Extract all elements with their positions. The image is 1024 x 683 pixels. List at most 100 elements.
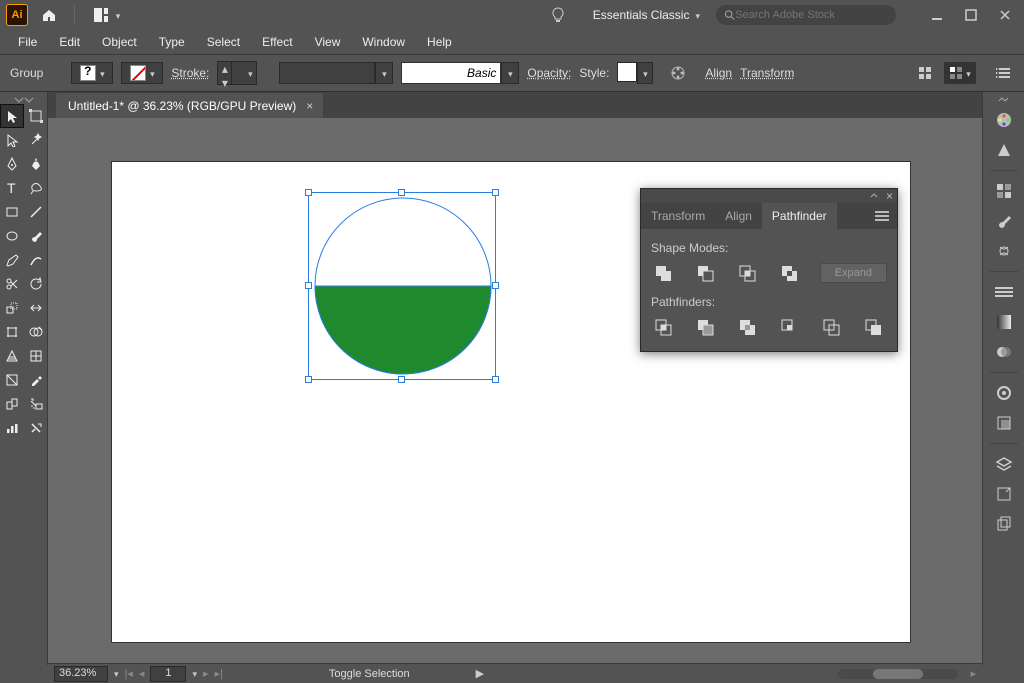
panel-titlebar[interactable]: × <box>641 189 897 203</box>
stroke-label[interactable]: Stroke: <box>171 66 209 80</box>
tab-align[interactable]: Align <box>715 203 762 229</box>
pathfinder-minus-back-button[interactable] <box>861 315 885 339</box>
opacity-label[interactable]: Opacity: <box>527 66 571 80</box>
align-link[interactable]: Align <box>705 66 732 80</box>
menu-file[interactable]: File <box>8 32 47 52</box>
fill-swatch[interactable]: ? <box>71 62 113 84</box>
pen-tool[interactable] <box>0 152 24 176</box>
selection-handle[interactable] <box>305 189 312 196</box>
brush-dropdown-arrow[interactable] <box>375 62 393 84</box>
panel-menu-icon[interactable] <box>992 62 1014 84</box>
blend-tool[interactable] <box>0 392 24 416</box>
next-artboard-icon[interactable]: ▸ <box>203 667 209 680</box>
style-swatch-arrow[interactable] <box>637 62 653 84</box>
menu-type[interactable]: Type <box>149 32 195 52</box>
artboard-dropdown-icon[interactable] <box>192 668 197 680</box>
stroke-swatch[interactable] <box>121 62 163 84</box>
selection-handle[interactable] <box>398 189 405 196</box>
scissors-tool[interactable] <box>0 272 24 296</box>
transparency-panel-icon[interactable] <box>990 338 1018 366</box>
selection-handle[interactable] <box>305 376 312 383</box>
brushes-panel-icon[interactable] <box>990 207 1018 235</box>
mesh-tool[interactable] <box>24 344 48 368</box>
appearance-panel-icon[interactable] <box>990 379 1018 407</box>
tab-transform[interactable]: Transform <box>641 203 715 229</box>
toolbar-collapse-arrows-icon[interactable] <box>9 96 39 104</box>
graphic-styles-panel-icon[interactable] <box>990 409 1018 437</box>
panel-close-icon[interactable]: × <box>886 189 893 203</box>
pathfinder-panel[interactable]: × Transform Align Pathfinder Shape Modes… <box>640 188 898 352</box>
artboard-number-field[interactable]: 1 <box>150 666 186 682</box>
selection-bounding-box[interactable] <box>308 192 496 380</box>
window-close-icon[interactable] <box>992 2 1018 28</box>
shape-mode-intersect-button[interactable] <box>735 261 759 285</box>
menu-effect[interactable]: Effect <box>252 32 302 52</box>
menu-help[interactable]: Help <box>417 32 462 52</box>
selection-handle[interactable] <box>492 282 499 289</box>
shape-mode-unite-button[interactable] <box>651 261 675 285</box>
scale-tool[interactable] <box>0 296 24 320</box>
panel-collapse-icon[interactable] <box>870 192 880 200</box>
layers-panel-icon[interactable] <box>990 450 1018 478</box>
edit-contents-icon[interactable] <box>944 62 976 84</box>
arrange-docs-icon[interactable] <box>87 2 127 28</box>
curvature-tool[interactable] <box>24 152 48 176</box>
style-dropdown-arrow[interactable] <box>501 62 519 84</box>
pathfinder-outline-button[interactable] <box>819 315 843 339</box>
column-graph-tool[interactable] <box>0 416 24 440</box>
stroke-panel-icon[interactable] <box>990 278 1018 306</box>
horizontal-scrollbar[interactable] <box>838 669 958 679</box>
prev-artboard-icon[interactable]: ◂ <box>139 667 145 680</box>
isolate-group-icon[interactable] <box>914 62 936 84</box>
gradient-panel-icon[interactable] <box>990 308 1018 336</box>
ellipse-tool[interactable] <box>0 224 24 248</box>
paintbrush-tool[interactable] <box>24 224 48 248</box>
menu-edit[interactable]: Edit <box>49 32 90 52</box>
artboards-panel-icon[interactable] <box>990 510 1018 538</box>
last-artboard-icon[interactable]: ▸| <box>215 667 223 680</box>
panel-menu-icon[interactable] <box>867 205 897 227</box>
perspective-grid-tool[interactable] <box>0 344 24 368</box>
direct-selection-tool[interactable] <box>0 128 24 152</box>
pathfinder-crop-button[interactable] <box>777 315 801 339</box>
gradient-tool[interactable] <box>0 368 24 392</box>
asset-export-panel-icon[interactable] <box>990 480 1018 508</box>
symbol-sprayer-tool[interactable] <box>24 392 48 416</box>
pathfinder-divide-button[interactable] <box>651 315 675 339</box>
color-panel-icon[interactable] <box>990 106 1018 134</box>
selection-handle[interactable] <box>492 189 499 196</box>
transform-link[interactable]: Transform <box>740 66 794 80</box>
selection-handle[interactable] <box>492 376 499 383</box>
rectangle-tool[interactable] <box>0 200 24 224</box>
dock-collapse-icon[interactable] <box>995 96 1013 104</box>
expand-button[interactable]: Expand <box>820 263 887 283</box>
scroll-right-icon[interactable]: ▸ <box>970 667 976 680</box>
shaper-tool[interactable] <box>24 248 48 272</box>
pathfinder-merge-button[interactable] <box>735 315 759 339</box>
style-swatch[interactable] <box>617 62 637 82</box>
window-maximize-icon[interactable] <box>958 2 984 28</box>
pencil-tool[interactable] <box>0 248 24 272</box>
lasso-tool[interactable] <box>24 176 48 200</box>
rotate-tool[interactable] <box>24 272 48 296</box>
symbols-panel-icon[interactable] <box>990 237 1018 265</box>
swatches-panel-icon[interactable] <box>990 177 1018 205</box>
recolor-artwork-icon[interactable] <box>667 62 689 84</box>
lightbulb-icon[interactable] <box>545 2 571 28</box>
brush-definition-dropdown[interactable] <box>279 62 375 84</box>
free-transform-tool[interactable] <box>0 320 24 344</box>
document-tab[interactable]: Untitled-1* @ 36.23% (RGB/GPU Preview) × <box>56 93 323 118</box>
shape-mode-minus-front-button[interactable] <box>693 261 717 285</box>
zoom-dropdown-icon[interactable] <box>114 668 119 680</box>
window-minimize-icon[interactable] <box>924 2 950 28</box>
menu-object[interactable]: Object <box>92 32 147 52</box>
graphic-style-basic[interactable]: Basic <box>401 62 501 84</box>
eyedropper-tool[interactable] <box>24 368 48 392</box>
menu-view[interactable]: View <box>305 32 351 52</box>
pathfinder-trim-button[interactable] <box>693 315 717 339</box>
menu-select[interactable]: Select <box>197 32 250 52</box>
line-tool[interactable] <box>24 200 48 224</box>
selection-tool[interactable] <box>0 104 24 128</box>
slice-tool[interactable] <box>24 416 48 440</box>
selection-handle[interactable] <box>398 376 405 383</box>
